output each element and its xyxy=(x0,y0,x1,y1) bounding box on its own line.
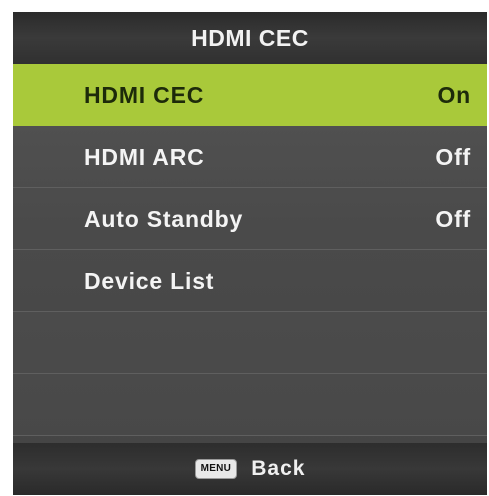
osd-panel: HDMI CEC HDMI CEC On HDMI ARC Off Auto S… xyxy=(13,12,487,495)
menu-item-label: HDMI ARC xyxy=(84,144,205,170)
menu-item-label: Auto Standby xyxy=(84,206,244,232)
menu-item-hdmi-arc[interactable]: HDMI ARC Off xyxy=(13,126,487,188)
empty-menu-row xyxy=(13,312,487,374)
menu-item-value: Off xyxy=(435,206,471,232)
menu-item-value: On xyxy=(437,82,471,108)
menu-item-value: Off xyxy=(435,144,471,170)
menu-item-label: Device List xyxy=(84,268,215,294)
menu-item-auto-standby[interactable]: Auto Standby Off xyxy=(13,188,487,250)
empty-menu-row xyxy=(13,374,487,436)
screen-frame: HDMI CEC HDMI CEC On HDMI ARC Off Auto S… xyxy=(0,0,489,496)
back-label: Back xyxy=(251,457,306,480)
menu-title: HDMI CEC xyxy=(191,24,309,51)
menu-item-hdmi-cec[interactable]: HDMI CEC On xyxy=(13,64,487,126)
menu-item-device-list[interactable]: Device List xyxy=(13,250,487,312)
menu-key-icon[interactable]: MENU xyxy=(194,459,238,479)
menu-title-bar: HDMI CEC xyxy=(13,12,487,64)
menu-footer: MENU Back xyxy=(13,443,487,495)
menu-item-label: HDMI CEC xyxy=(84,82,205,108)
settings-menu: HDMI CEC On HDMI ARC Off Auto Standby Of… xyxy=(13,64,487,436)
